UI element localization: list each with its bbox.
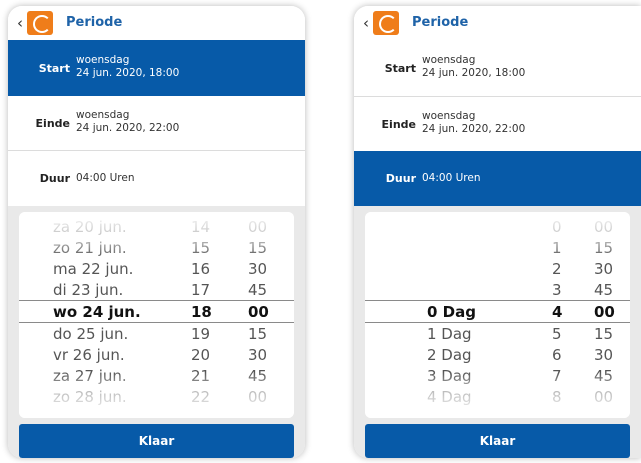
minute-option-selected[interactable]: 00: [594, 303, 615, 321]
picker-fade-top: [365, 212, 630, 258]
date-option[interactable]: zo 28 jun.: [53, 388, 127, 406]
hour-option[interactable]: 19: [191, 325, 210, 343]
day-option[interactable]: 4 Dag: [427, 388, 472, 406]
start-label: Start: [38, 62, 70, 75]
end-row[interactable]: Einde woensdag 24 jun. 2020, 22:00: [8, 96, 305, 151]
picker-fade-bottom: [365, 372, 630, 418]
picker-area: za 20 jun. zo 21 jun. ma 22 jun. di 23 j…: [8, 206, 305, 458]
minute-option[interactable]: 00: [248, 388, 267, 406]
duration-row[interactable]: Duur 04:00 Uren: [8, 151, 305, 206]
brand-logo-icon: [27, 11, 53, 35]
minute-option[interactable]: 45: [248, 281, 267, 299]
duration-value: 04:00 Uren: [422, 172, 481, 184]
start-row[interactable]: Start woensdag 24 jun. 2020, 18:00: [8, 40, 305, 96]
date-option[interactable]: di 23 jun.: [53, 281, 123, 299]
hour-option[interactable]: 15: [191, 239, 210, 257]
hour-option[interactable]: 20: [191, 346, 210, 364]
date-option[interactable]: ma 22 jun.: [53, 260, 133, 278]
end-label: Einde: [381, 118, 416, 131]
minute-option[interactable]: 15: [594, 325, 613, 343]
day-option[interactable]: 2 Dag: [427, 346, 472, 364]
start-datetime: 24 jun. 2020, 18:00: [76, 67, 180, 79]
back-arrow-icon[interactable]: ‹: [363, 15, 369, 31]
minute-option[interactable]: 00: [594, 218, 613, 236]
hour-option[interactable]: 21: [191, 367, 210, 385]
minute-option[interactable]: 15: [248, 239, 267, 257]
day-option-selected[interactable]: 0 Dag: [427, 303, 476, 321]
picker-selection-bottom-line: [365, 322, 630, 323]
minute-option-selected[interactable]: 00: [248, 303, 269, 321]
duration-picker[interactable]: 0 Dag 1 Dag 2 Dag 3 Dag 4 Dag 0 1 2 3 4 …: [365, 212, 630, 418]
day-option[interactable]: 1 Dag: [427, 325, 472, 343]
date-option[interactable]: vr 26 jun.: [53, 346, 125, 364]
date-time-picker[interactable]: za 20 jun. zo 21 jun. ma 22 jun. di 23 j…: [19, 212, 294, 418]
hour-option[interactable]: 2: [552, 260, 562, 278]
period-screen-start: ‹ Periode Start woensdag 24 jun. 2020, 1…: [8, 6, 305, 458]
minute-option[interactable]: 15: [594, 239, 613, 257]
start-row[interactable]: Start woensdag 24 jun. 2020, 18:00: [354, 40, 641, 97]
hour-option[interactable]: 14: [191, 218, 210, 236]
minute-option[interactable]: 30: [594, 346, 613, 364]
back-arrow-icon[interactable]: ‹: [17, 15, 23, 31]
header: ‹ Periode: [8, 6, 305, 40]
date-option-selected[interactable]: wo 24 jun.: [53, 303, 141, 321]
period-screen-duration: ‹ Periode Start woensdag 24 jun. 2020, 1…: [354, 6, 641, 458]
minute-option[interactable]: 30: [248, 260, 267, 278]
start-datetime: 24 jun. 2020, 18:00: [422, 67, 526, 79]
brand-logo-icon: [373, 11, 399, 35]
picker-area: 0 Dag 1 Dag 2 Dag 3 Dag 4 Dag 0 1 2 3 4 …: [354, 206, 641, 458]
minute-option[interactable]: 30: [248, 346, 267, 364]
day-option[interactable]: 3 Dag: [427, 367, 472, 385]
end-day: woensdag: [76, 109, 130, 121]
picker-selection-top-line: [19, 300, 294, 301]
end-day: woensdag: [422, 110, 476, 122]
duration-row[interactable]: Duur 04:00 Uren: [354, 151, 641, 206]
hour-option-selected[interactable]: 18: [191, 303, 212, 321]
minute-option[interactable]: 45: [594, 281, 613, 299]
start-day: woensdag: [76, 54, 130, 66]
date-option[interactable]: za 20 jun.: [53, 218, 127, 236]
done-button[interactable]: Klaar: [19, 424, 294, 458]
date-option[interactable]: do 25 jun.: [53, 325, 128, 343]
date-option[interactable]: za 27 jun.: [53, 367, 127, 385]
hour-option[interactable]: 17: [191, 281, 210, 299]
minute-option[interactable]: 45: [248, 367, 267, 385]
end-datetime: 24 jun. 2020, 22:00: [76, 122, 180, 134]
end-datetime: 24 jun. 2020, 22:00: [422, 123, 526, 135]
page-title: Periode: [66, 15, 123, 30]
duration-value: 04:00 Uren: [76, 172, 135, 184]
minute-option[interactable]: 00: [248, 218, 267, 236]
hour-option[interactable]: 5: [552, 325, 562, 343]
hour-option[interactable]: 22: [191, 388, 210, 406]
hour-option[interactable]: 0: [552, 218, 562, 236]
start-day: woensdag: [422, 54, 476, 66]
minute-option[interactable]: 00: [594, 388, 613, 406]
hour-option[interactable]: 7: [552, 367, 562, 385]
start-label: Start: [384, 62, 416, 75]
minute-option[interactable]: 45: [594, 367, 613, 385]
date-option[interactable]: zo 21 jun.: [53, 239, 127, 257]
hour-option[interactable]: 8: [552, 388, 562, 406]
done-button[interactable]: Klaar: [365, 424, 630, 458]
end-label: Einde: [35, 117, 70, 130]
end-row[interactable]: Einde woensdag 24 jun. 2020, 22:00: [354, 97, 641, 151]
duration-label: Duur: [39, 172, 70, 185]
page-title: Periode: [412, 15, 469, 30]
hour-option[interactable]: 16: [191, 260, 210, 278]
hour-option[interactable]: 3: [552, 281, 562, 299]
minute-option[interactable]: 30: [594, 260, 613, 278]
picker-selection-top-line: [365, 300, 630, 301]
picker-selection-bottom-line: [19, 322, 294, 323]
hour-option-selected[interactable]: 4: [552, 303, 562, 321]
header: ‹ Periode: [354, 6, 641, 40]
duration-label: Duur: [385, 172, 416, 185]
minute-option[interactable]: 15: [248, 325, 267, 343]
hour-option[interactable]: 1: [552, 239, 562, 257]
hour-option[interactable]: 6: [552, 346, 562, 364]
